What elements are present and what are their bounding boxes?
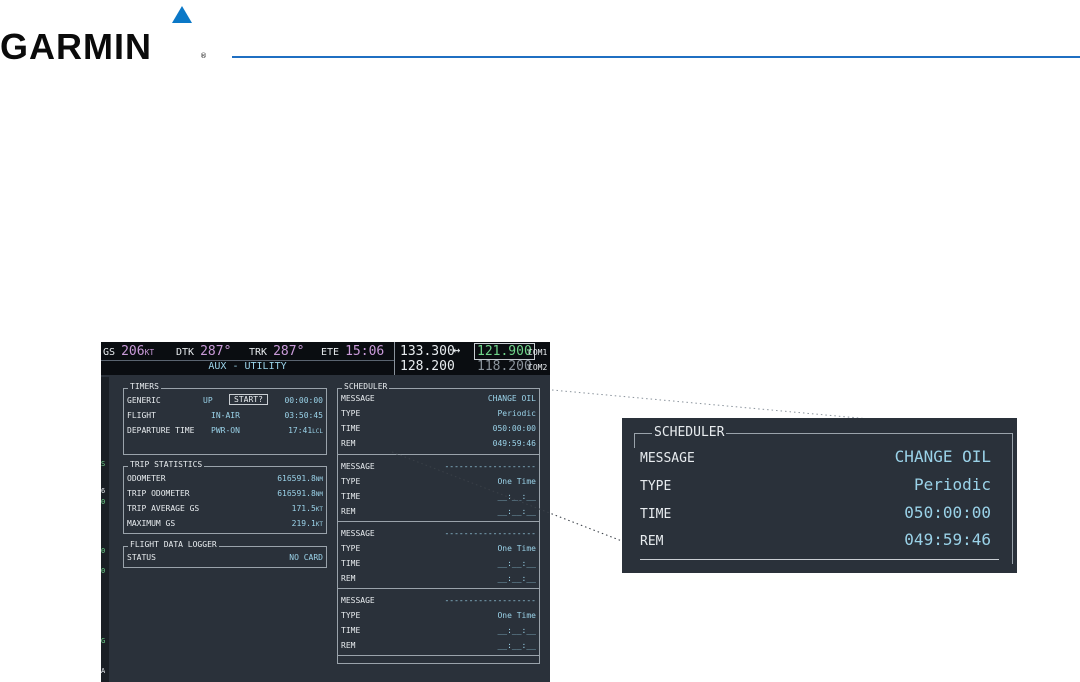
inset-type-label: TYPE [640, 479, 672, 494]
inset-bottom-rule [640, 559, 999, 560]
inset-message-label: MESSAGE [640, 451, 695, 466]
leader-line-bottom [391, 451, 641, 549]
inset-scheduler-header: SCHEDULER [633, 425, 727, 448]
inset-message-row: MESSAGE CHANGE OIL [640, 447, 991, 469]
inset-rem-value: 049:59:46 [904, 530, 991, 549]
inset-message-value: CHANGE OIL [894, 447, 991, 466]
inset-type-row: TYPE Periodic [640, 475, 991, 497]
inset-time-label: TIME [640, 507, 672, 522]
inset-time-row: TIME 050:00:00 [640, 503, 991, 525]
callout-leader-lines [391, 389, 1013, 549]
scheduler-zoom-inset: SCHEDULER MESSAGE CHANGE OIL TYPE Period… [622, 418, 1017, 573]
inset-rem-row: REM 049:59:46 [640, 530, 991, 552]
inset-rem-label: REM [640, 534, 664, 549]
inset-time-value: 050:00:00 [904, 503, 991, 522]
inset-type-value: Periodic [913, 475, 991, 494]
